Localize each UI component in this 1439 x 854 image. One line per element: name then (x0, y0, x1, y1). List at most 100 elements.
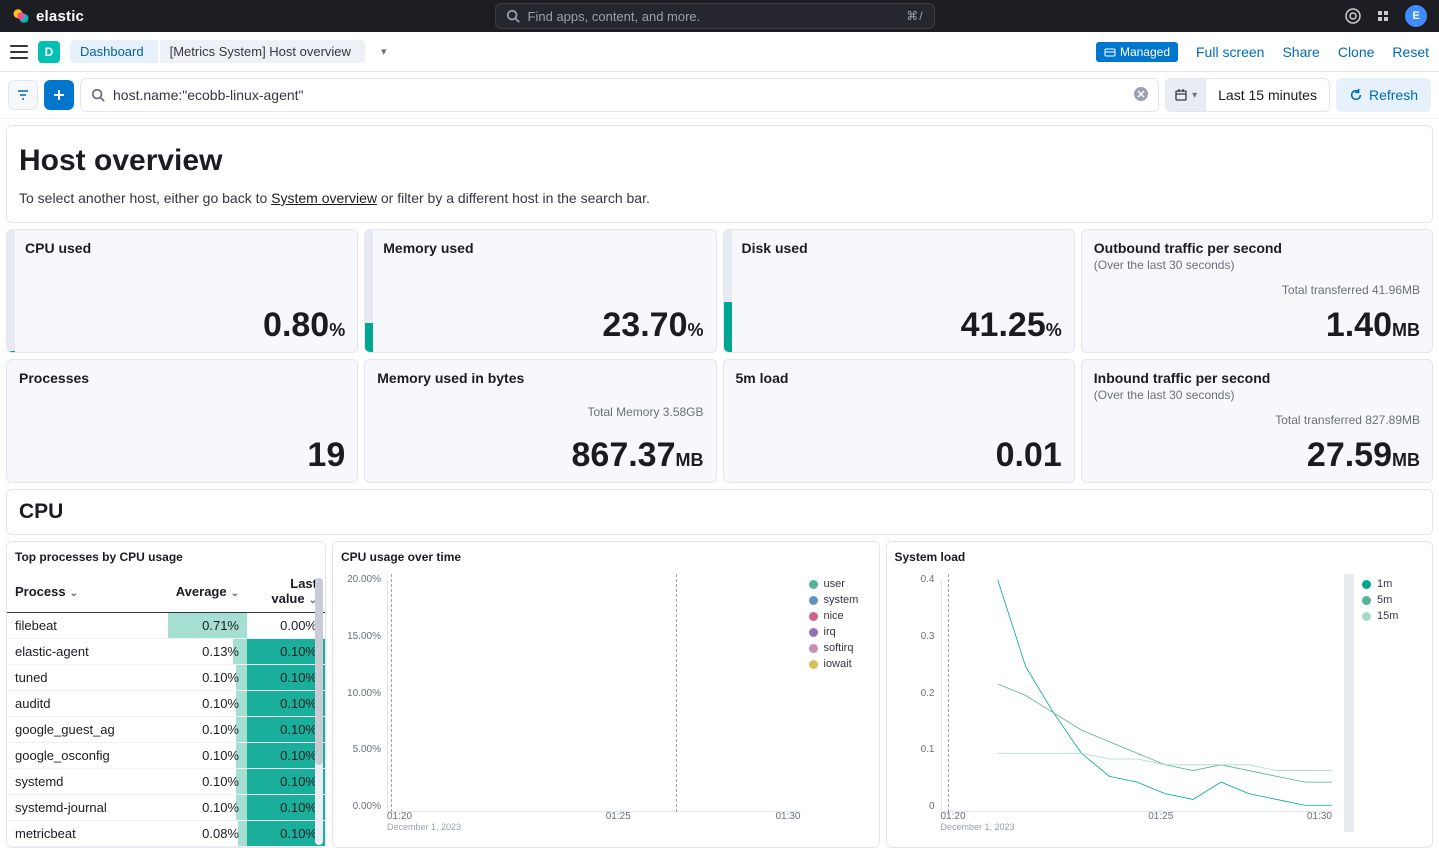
cell-process: tuned (7, 665, 168, 691)
legend-dot-icon (1362, 612, 1371, 621)
table-row[interactable]: elastic-agent 0.13% 0.10% (7, 639, 325, 665)
legend-item[interactable]: system (809, 594, 871, 606)
cell-process: filebeat (7, 613, 168, 639)
legend-dot-icon (1362, 596, 1371, 605)
clear-query-icon[interactable] (1134, 87, 1148, 104)
metric-title: Inbound traffic per second (1094, 370, 1420, 386)
sort-icon: ⌄ (70, 588, 78, 599)
legend-dot-icon (809, 644, 818, 653)
search-icon (506, 9, 520, 23)
chart-edge-strip (1344, 574, 1354, 832)
y-tick: 15.00% (341, 631, 381, 642)
col-last[interactable]: Last value⌄ (247, 570, 325, 613)
time-picker-calendar[interactable]: ▾ (1166, 79, 1206, 111)
brand-logo[interactable]: elastic (12, 7, 84, 25)
app-badge[interactable]: D (38, 41, 60, 63)
y-tick: 0.2 (895, 688, 935, 699)
add-filter-button[interactable] (44, 80, 74, 110)
filter-button[interactable] (8, 80, 38, 110)
chevron-down-icon[interactable]: ▾ (381, 45, 387, 58)
refresh-button[interactable]: Refresh (1336, 78, 1431, 112)
cell-last: 0.10% (247, 691, 325, 717)
cell-average: 0.08% (168, 821, 247, 847)
x-tick: 01:30 (1307, 811, 1332, 832)
nav-toggle-icon[interactable] (10, 45, 28, 59)
table-row[interactable]: google_guest_ag 0.10% 0.10% (7, 717, 325, 743)
metric-card[interactable]: Memory used23.70% (364, 229, 716, 353)
system-overview-link[interactable]: System overview (271, 190, 377, 206)
cell-last: 0.10% (247, 769, 325, 795)
cell-last: 0.10% (247, 821, 325, 847)
cell-process: systemd (7, 769, 168, 795)
metric-card[interactable]: Inbound traffic per second(Over the last… (1081, 359, 1433, 483)
legend-item[interactable]: 15m (1362, 610, 1424, 622)
metric-card[interactable]: CPU used0.80% (6, 229, 358, 353)
table-row[interactable]: google_osconfig 0.10% 0.10% (7, 743, 325, 769)
clone-link[interactable]: Clone (1338, 44, 1375, 60)
metric-value: 1.40MB (1094, 308, 1420, 342)
cell-process: metricbeat (7, 821, 168, 847)
cell-last: 0.00% (247, 613, 325, 639)
legend-item[interactable]: user (809, 578, 871, 590)
metric-value: 0.80% (25, 308, 345, 342)
legend-item[interactable]: softirq (809, 642, 871, 654)
table-row[interactable]: tuned 0.10% 0.10% (7, 665, 325, 691)
y-tick: 10.00% (341, 688, 381, 699)
table-row[interactable]: metricbeat 0.08% 0.10% (7, 821, 325, 847)
user-avatar[interactable]: E (1405, 5, 1427, 27)
scrollbar[interactable] (315, 578, 323, 845)
chart-area[interactable]: 0.40.30.20.10 01:20December 1, 202301:25… (895, 574, 1333, 832)
table-row[interactable]: systemd 0.10% 0.10% (7, 769, 325, 795)
global-search[interactable]: Find apps, content, and more. ⌘/ (495, 3, 935, 29)
cell-last: 0.10% (247, 665, 325, 691)
page-header-panel: Host overview To select another host, ei… (6, 125, 1433, 223)
share-link[interactable]: Share (1282, 44, 1319, 60)
cell-last: 0.10% (247, 743, 325, 769)
newsfeed-icon[interactable] (1375, 8, 1391, 24)
fill-bar (365, 230, 373, 352)
header-actions: E (1345, 5, 1427, 27)
metric-card[interactable]: Processes19 (6, 359, 358, 483)
table-row[interactable]: systemd-journal 0.10% 0.10% (7, 795, 325, 821)
search-icon (91, 88, 105, 102)
metric-title: Outbound traffic per second (1094, 240, 1420, 256)
metric-value: 867.37MB (377, 438, 703, 472)
panel-cpu-usage: CPU usage over time 20.00%15.00%10.00%5.… (332, 541, 880, 848)
table-row[interactable]: filebeat 0.71% 0.00% (7, 613, 325, 639)
page-description: To select another host, either go back t… (19, 190, 1420, 206)
chart-area[interactable]: 20.00%15.00%10.00%5.00%0.00% 01:20Decemb… (341, 574, 801, 832)
legend-item[interactable]: iowait (809, 658, 871, 670)
legend-item[interactable]: 5m (1362, 594, 1424, 606)
x-tick: 01:25 (1148, 811, 1173, 832)
metric-secondary: Total transferred 41.96MB (1094, 283, 1420, 297)
query-input[interactable]: host.name:"ecobb-linux-agent" (80, 78, 1159, 112)
legend-item[interactable]: irq (809, 626, 871, 638)
help-icon[interactable] (1345, 8, 1361, 24)
metric-title: Memory used (383, 240, 703, 256)
panel-title: Top processes by CPU usage (7, 542, 325, 570)
breadcrumb-current: [Metrics System] Host overview (160, 40, 365, 63)
metric-card[interactable]: Outbound traffic per second(Over the las… (1081, 229, 1433, 353)
metric-value: 0.01 (736, 438, 1062, 472)
metric-value: 19 (19, 438, 345, 472)
time-picker[interactable]: ▾ Last 15 minutes (1165, 78, 1330, 112)
y-tick: 5.00% (341, 744, 381, 755)
cell-average: 0.10% (168, 665, 247, 691)
breadcrumb-root[interactable]: Dashboard (70, 40, 158, 63)
legend-item[interactable]: nice (809, 610, 871, 622)
reset-link[interactable]: Reset (1392, 44, 1429, 60)
fill-bar (724, 230, 732, 352)
legend-item[interactable]: 1m (1362, 578, 1424, 590)
brand-text: elastic (36, 8, 84, 25)
metric-card[interactable]: 5m load0.01 (723, 359, 1075, 483)
col-process[interactable]: Process⌄ (7, 570, 168, 613)
metric-card[interactable]: Disk used41.25% (723, 229, 1075, 353)
legend-dot-icon (809, 580, 818, 589)
fullscreen-link[interactable]: Full screen (1196, 44, 1264, 60)
cell-average: 0.10% (168, 795, 247, 821)
y-tick: 0 (895, 801, 935, 812)
col-average[interactable]: Average⌄ (168, 570, 247, 613)
metric-card[interactable]: Memory used in bytesTotal Memory 3.58GB8… (364, 359, 716, 483)
table-row[interactable]: auditd 0.10% 0.10% (7, 691, 325, 717)
managed-badge: Managed (1096, 42, 1178, 62)
